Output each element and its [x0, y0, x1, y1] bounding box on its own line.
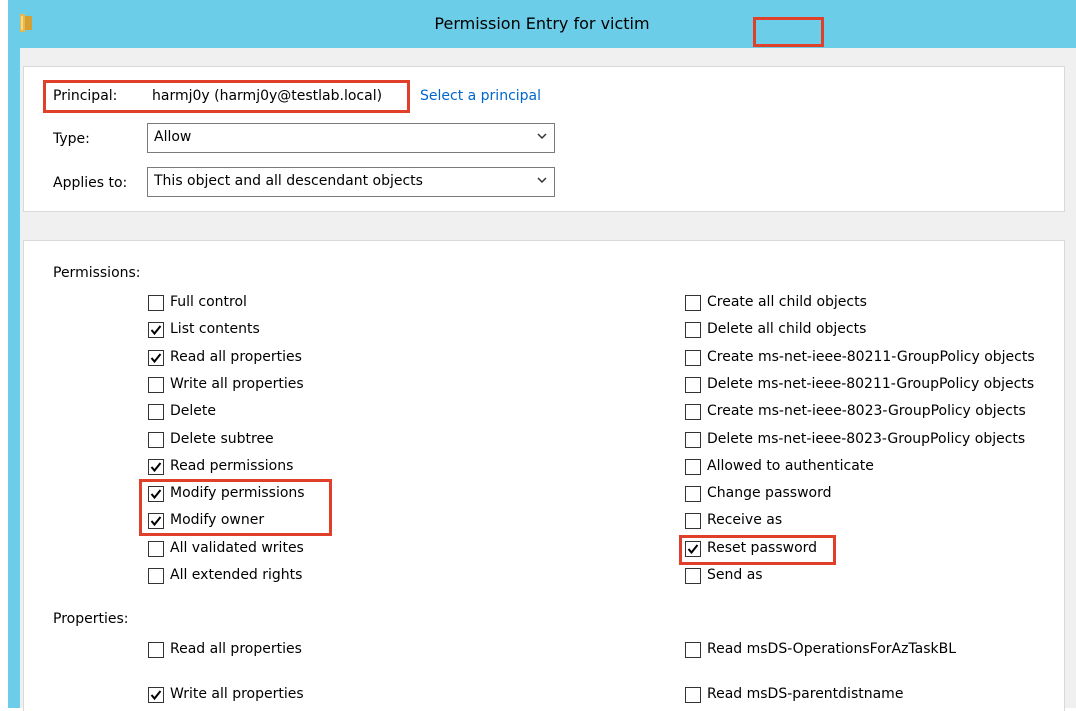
checkbox-label-create-all-child-objects: Create all child objects [707, 294, 867, 310]
highlight-victim [753, 17, 824, 47]
title-bar: Permission Entry for victim [8, 0, 1076, 48]
checkbox-label-delete-all-child-objects: Delete all child objects [707, 321, 867, 337]
checkmark-icon [150, 325, 162, 336]
applies-to-label: Applies to: [53, 175, 128, 191]
properties-label: Properties: [53, 611, 129, 627]
highlight-reset-password [679, 535, 836, 565]
checkbox-delete-subtree[interactable] [148, 432, 164, 448]
checkbox-change-password[interactable] [685, 486, 701, 502]
checkbox-label-write-all-properties: Write all properties [170, 376, 304, 392]
checkbox-send-as[interactable] [685, 568, 701, 584]
type-select-value: Allow [154, 129, 192, 145]
checkbox-all-extended-rights[interactable] [148, 568, 164, 584]
checkbox-label-create-ms-net-ieee-8023-grouppolicy-objects: Create ms-net-ieee-8023-GroupPolicy obje… [707, 403, 1026, 419]
checkbox-read-all-properties[interactable] [148, 350, 164, 366]
type-label: Type: [53, 131, 90, 147]
checkbox-label-receive-as: Receive as [707, 512, 783, 528]
checkbox-read-msds-operationsforaztaskbl[interactable] [685, 642, 701, 658]
checkbox-create-ms-net-ieee-8023-grouppolicy-objects[interactable] [685, 404, 701, 420]
checkbox-read-msds-parentdistname[interactable] [685, 687, 701, 703]
checkmark-icon [150, 462, 162, 473]
checkbox-label-read-msds-operationsforaztaskbl: Read msDS-OperationsForAzTaskBL [707, 641, 957, 657]
title-object: victim [600, 14, 650, 33]
permissions-label: Permissions: [53, 265, 141, 281]
checkbox-list-contents[interactable] [148, 322, 164, 338]
checkbox-allowed-to-authenticate[interactable] [685, 459, 701, 475]
select-principal-link[interactable]: Select a principal [420, 88, 541, 104]
checkbox-label-full-control: Full control [170, 294, 247, 310]
window-title: Permission Entry for victim [8, 14, 1076, 33]
checkbox-label-read-permissions: Read permissions [170, 458, 294, 474]
checkbox-read-all-properties[interactable] [148, 642, 164, 658]
checkbox-delete-ms-net-ieee-8023-grouppolicy-objects[interactable] [685, 432, 701, 448]
checkbox-label-all-extended-rights: All extended rights [170, 567, 303, 583]
checkbox-label-all-validated-writes: All validated writes [170, 540, 304, 556]
checkbox-delete-all-child-objects[interactable] [685, 322, 701, 338]
applies-to-select-value: This object and all descendant objects [154, 173, 423, 189]
checkbox-label-change-password: Change password [707, 485, 832, 501]
checkbox-write-all-properties[interactable] [148, 377, 164, 393]
type-select[interactable]: Allow [147, 123, 555, 153]
checkbox-label-send-as: Send as [707, 567, 763, 583]
checkmark-icon [150, 690, 162, 701]
checkbox-label-delete-subtree: Delete subtree [170, 431, 274, 447]
checkbox-label-read-msds-parentdistname: Read msDS-parentdistname [707, 686, 904, 702]
checkbox-label-delete-ms-net-ieee-8023-grouppolicy-objects: Delete ms-net-ieee-8023-GroupPolicy obje… [707, 431, 1026, 447]
checkbox-all-validated-writes[interactable] [148, 541, 164, 557]
checkbox-write-all-properties[interactable] [148, 687, 164, 703]
checkbox-label-write-all-properties: Write all properties [170, 686, 304, 702]
checkbox-full-control[interactable] [148, 295, 164, 311]
checkmark-icon [150, 353, 162, 364]
checkbox-create-all-child-objects[interactable] [685, 295, 701, 311]
checkbox-read-permissions[interactable] [148, 459, 164, 475]
checkbox-delete-ms-net-ieee-80211-grouppolicy-objects[interactable] [685, 377, 701, 393]
checkbox-label-read-all-properties: Read all properties [170, 641, 302, 657]
checkbox-label-allowed-to-authenticate: Allowed to authenticate [707, 458, 874, 474]
applies-to-select[interactable]: This object and all descendant objects [147, 167, 555, 197]
checkbox-label-delete-ms-net-ieee-80211-grouppolicy-objects: Delete ms-net-ieee-80211-GroupPolicy obj… [707, 376, 1035, 392]
checkbox-receive-as[interactable] [685, 513, 701, 529]
chevron-down-icon [537, 177, 547, 184]
highlight-modify-rights [139, 479, 332, 536]
checkbox-label-create-ms-net-ieee-80211-grouppolicy-objects: Create ms-net-ieee-80211-GroupPolicy obj… [707, 349, 1035, 365]
highlight-principal [43, 80, 410, 113]
checkbox-delete[interactable] [148, 404, 164, 420]
checkbox-label-read-all-properties: Read all properties [170, 349, 302, 365]
checkbox-create-ms-net-ieee-80211-grouppolicy-objects[interactable] [685, 350, 701, 366]
chevron-down-icon [537, 133, 547, 140]
title-prefix: Permission Entry for [434, 14, 596, 33]
checkbox-label-list-contents: List contents [170, 321, 260, 337]
checkbox-label-delete: Delete [170, 403, 216, 419]
